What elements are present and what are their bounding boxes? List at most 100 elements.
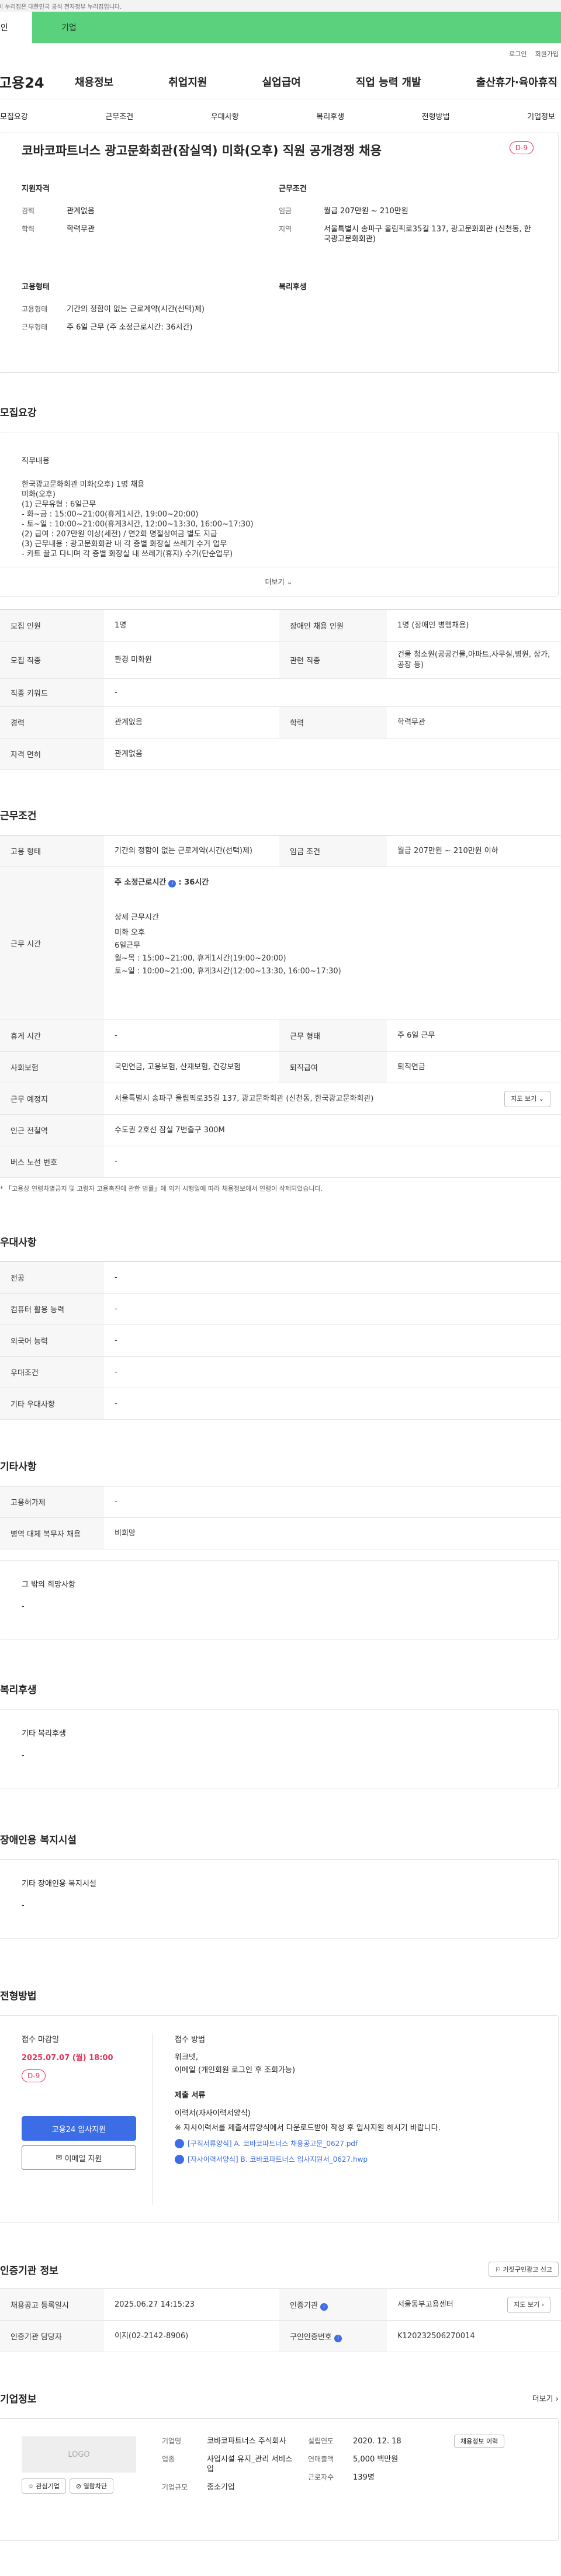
report-ad-button[interactable]: ⚐ 거짓구인광고 신고 xyxy=(489,2262,559,2277)
map-button[interactable]: 지도 보기 ⌄ xyxy=(504,1090,550,1107)
main-nav: 고용24 채용정보 취업지원 실업급여 직업 능력 개발 출산휴가·육아휴직 xyxy=(0,64,561,99)
nav-item-jobs[interactable]: 채용정보 xyxy=(75,74,113,89)
table-row: 모집 직종 환경 미화원 관련 직종 건물 청소원(공공건물,아파트,사무실,병원, … xyxy=(0,641,561,679)
qual-label: 경력 xyxy=(22,207,35,215)
hours-detail: 미화 오후 6일근무 월~목 : 15:00~21:00, 휴게1시간(19:0… xyxy=(115,928,341,976)
site-logo[interactable]: 고용24 xyxy=(0,71,57,92)
join-link[interactable]: 회원가입 xyxy=(535,49,559,58)
block-view-button[interactable]: ⊘ 열람차단 xyxy=(69,2478,114,2494)
disabled-section-title: 장애인용 복지시설 xyxy=(0,1835,77,1846)
table-value: K120232506270014 xyxy=(387,2320,561,2352)
hope-card: 그 밖의 희망사항 - xyxy=(0,1560,559,1639)
nav-item-employment-support[interactable]: 취업지원 xyxy=(168,74,207,89)
table-label: 인근 전철역 xyxy=(0,1114,104,1146)
table-label: 채용공고 등록일시 xyxy=(0,2289,104,2321)
table-row: 채용공고 등록일시 2025.06.27 14:15:23 인증기관 i 서울동부고용… xyxy=(0,2289,561,2321)
disabled-item-title: 기타 장애인용 복지시설 xyxy=(22,1880,96,1888)
table-value: - xyxy=(104,1146,561,1178)
company-logo-text: LOGO xyxy=(68,2450,90,2459)
company-label: 업종 xyxy=(162,2455,175,2463)
duty-more-button[interactable]: 더보기 ⌄ xyxy=(0,567,558,596)
hire-history-button[interactable]: 채용정보 이력 xyxy=(454,2435,505,2448)
favorite-label: 관심기업 xyxy=(36,2483,60,2490)
gov-notice-bar: 이 누리집은 대한민국 공식 전자정부 누리집입니다. xyxy=(0,0,561,12)
disabled-card: 기타 장애인용 복지시설 - xyxy=(0,1859,559,1939)
table-label: 인증기관 i xyxy=(279,2289,387,2321)
file-link[interactable]: [구직서류양식] A. 코바코파트너스 채용공고문_0627.pdf xyxy=(175,2138,536,2148)
hours-main-label: 주 소정근로시간 xyxy=(115,878,167,887)
cond-value: 서울특별시 송파구 올림픽로35길 137, 광고문화회관 (신천동, 한국광고… xyxy=(324,225,531,244)
company-more-link[interactable]: 더보기 › xyxy=(532,2393,559,2404)
info-icon[interactable]: i xyxy=(334,2334,342,2342)
deadline-value: 2025.07.07 (월) 18:00 xyxy=(22,2054,113,2062)
welfare-title: 복리후생 xyxy=(279,283,307,292)
age-note: * 「고용상 연령차별금지 및 고령자 고용촉진에 관한 법률」에 의거 시행일… xyxy=(0,1185,323,1192)
email-apply-label: 이메일 지원 xyxy=(64,2154,102,2164)
tab-company-label: 기업 xyxy=(61,23,77,33)
nav-item-leave[interactable]: 출산휴가·육아휴직 xyxy=(476,74,557,89)
table-row: 자격 면허 관계없음 xyxy=(0,738,561,770)
emp-value: 기간의 정함이 없는 근로계약(시간(선택)제) xyxy=(67,305,205,314)
doc-value: 이력서(자사이력서양식) xyxy=(175,2109,251,2118)
apply-button[interactable]: 고용24 입사지원 xyxy=(22,2116,136,2141)
table-label: 근무 시간 xyxy=(0,866,104,1020)
chevron-down-icon: ⌄ xyxy=(286,577,293,586)
table-label: 관련 직종 xyxy=(279,641,387,679)
welfare-section-title: 복리후생 xyxy=(0,1684,37,1696)
table-label: 임금 조건 xyxy=(279,835,387,867)
tab-apply[interactable]: 전형방법 xyxy=(422,110,450,122)
table-label: 고용 형태 xyxy=(0,835,104,867)
company-value: 사업시설 유지_관리 서비스업 xyxy=(207,2455,293,2474)
job-title: 코바코파트너스 광고문화회관(잠실역) 미화(오후) 직원 공개경쟁 채용 xyxy=(22,144,382,158)
tab-company[interactable]: 기업 xyxy=(32,12,561,43)
table-value: - xyxy=(104,1356,561,1388)
qual-title: 지원자격 xyxy=(22,185,50,193)
map-button[interactable]: 지도 보기 › xyxy=(507,2296,550,2313)
tab-work[interactable]: 근무조건 xyxy=(105,110,133,122)
doc-title: 제출 서류 xyxy=(175,2091,206,2100)
tab-welfare[interactable]: 복리후생 xyxy=(316,110,344,122)
file-name: [자사이력서양식] B. 코바코파트너스 입사지원서_0627.hwp xyxy=(188,2155,368,2164)
cert-no-label: 구인인증번호 xyxy=(290,2332,332,2342)
company-label: 근로자수 xyxy=(308,2473,334,2481)
info-icon[interactable]: i xyxy=(320,2303,328,2311)
etc-table: 고용허가제 - 병역 대체 복무자 채용 비희망 xyxy=(0,1486,561,1549)
tab-company[interactable]: 기업정보 xyxy=(527,110,555,122)
favorite-company-button[interactable]: ☆ 관심기업 xyxy=(22,2478,66,2494)
table-value: 건물 청소원(공공건물,아파트,사무실,병원, 상가,공장 등) xyxy=(387,641,561,679)
table-value: - xyxy=(104,1388,561,1420)
nav-item-training[interactable]: 직업 능력 개발 xyxy=(356,74,421,89)
table-label: 퇴직급여 xyxy=(279,1051,387,1083)
cert-section-title: 인증기관 정보 xyxy=(0,2265,58,2277)
dday-badge: D-9 xyxy=(22,2069,46,2082)
company-value: 5,000 백만원 xyxy=(353,2455,399,2464)
file-link[interactable]: [자사이력서양식] B. 코바코파트너스 입사지원서_0627.hwp xyxy=(175,2154,536,2164)
company-card: LOGO ☆ 관심기업 ⊘ 열람차단 기업명 코바코파트너스 주식회사 업종 사업시… xyxy=(0,2418,559,2541)
table-value: - xyxy=(104,1325,561,1357)
file-name: [구직서류양식] A. 코바코파트너스 채용공고문_0627.pdf xyxy=(188,2140,358,2148)
mail-icon: ✉ xyxy=(56,2153,63,2162)
table-value: 학력무관 xyxy=(387,706,561,739)
table-value: - xyxy=(104,1486,561,1518)
tab-person[interactable]: 개인 xyxy=(0,12,32,43)
info-icon[interactable]: i xyxy=(168,880,176,887)
emp-title: 고용형태 xyxy=(22,283,50,292)
nav-item-unemployment[interactable]: 실업급여 xyxy=(262,74,301,89)
table-label: 자격 면허 xyxy=(0,738,104,770)
duty-card: 직무내용 한국광고문화회관 미화(오후) 1명 채용 미화(오후) (1) 근무… xyxy=(0,432,559,597)
table-row: 기타 우대사항 - xyxy=(0,1388,561,1420)
emp-label: 근무형태 xyxy=(22,323,48,331)
tab-preference[interactable]: 우대사항 xyxy=(211,110,239,122)
table-label: 경력 xyxy=(0,706,104,739)
table-value: 1명 (장애인 병행채용) xyxy=(387,609,561,642)
table-value: 환경 미화원 xyxy=(104,641,279,679)
email-apply-button[interactable]: ✉ 이메일 지원 xyxy=(22,2145,136,2170)
login-link[interactable]: 로그인 xyxy=(509,49,527,58)
pref-section-title: 우대사항 xyxy=(0,1237,37,1249)
table-value: 기간의 정함이 없는 근로계약(시간(선택)제) xyxy=(104,835,279,867)
table-value: 국민연금, 고용보험, 산재보험, 건강보험 xyxy=(104,1051,279,1083)
table-label: 우대조건 xyxy=(0,1356,104,1388)
table-row: 고용허가제 - xyxy=(0,1486,561,1518)
tab-recruit[interactable]: 모집요강 xyxy=(0,110,28,122)
work-place-cell: 서울특별시 송파구 올림픽로35길 137, 광고문화회관 (신천동, 한국광고… xyxy=(104,1083,561,1115)
